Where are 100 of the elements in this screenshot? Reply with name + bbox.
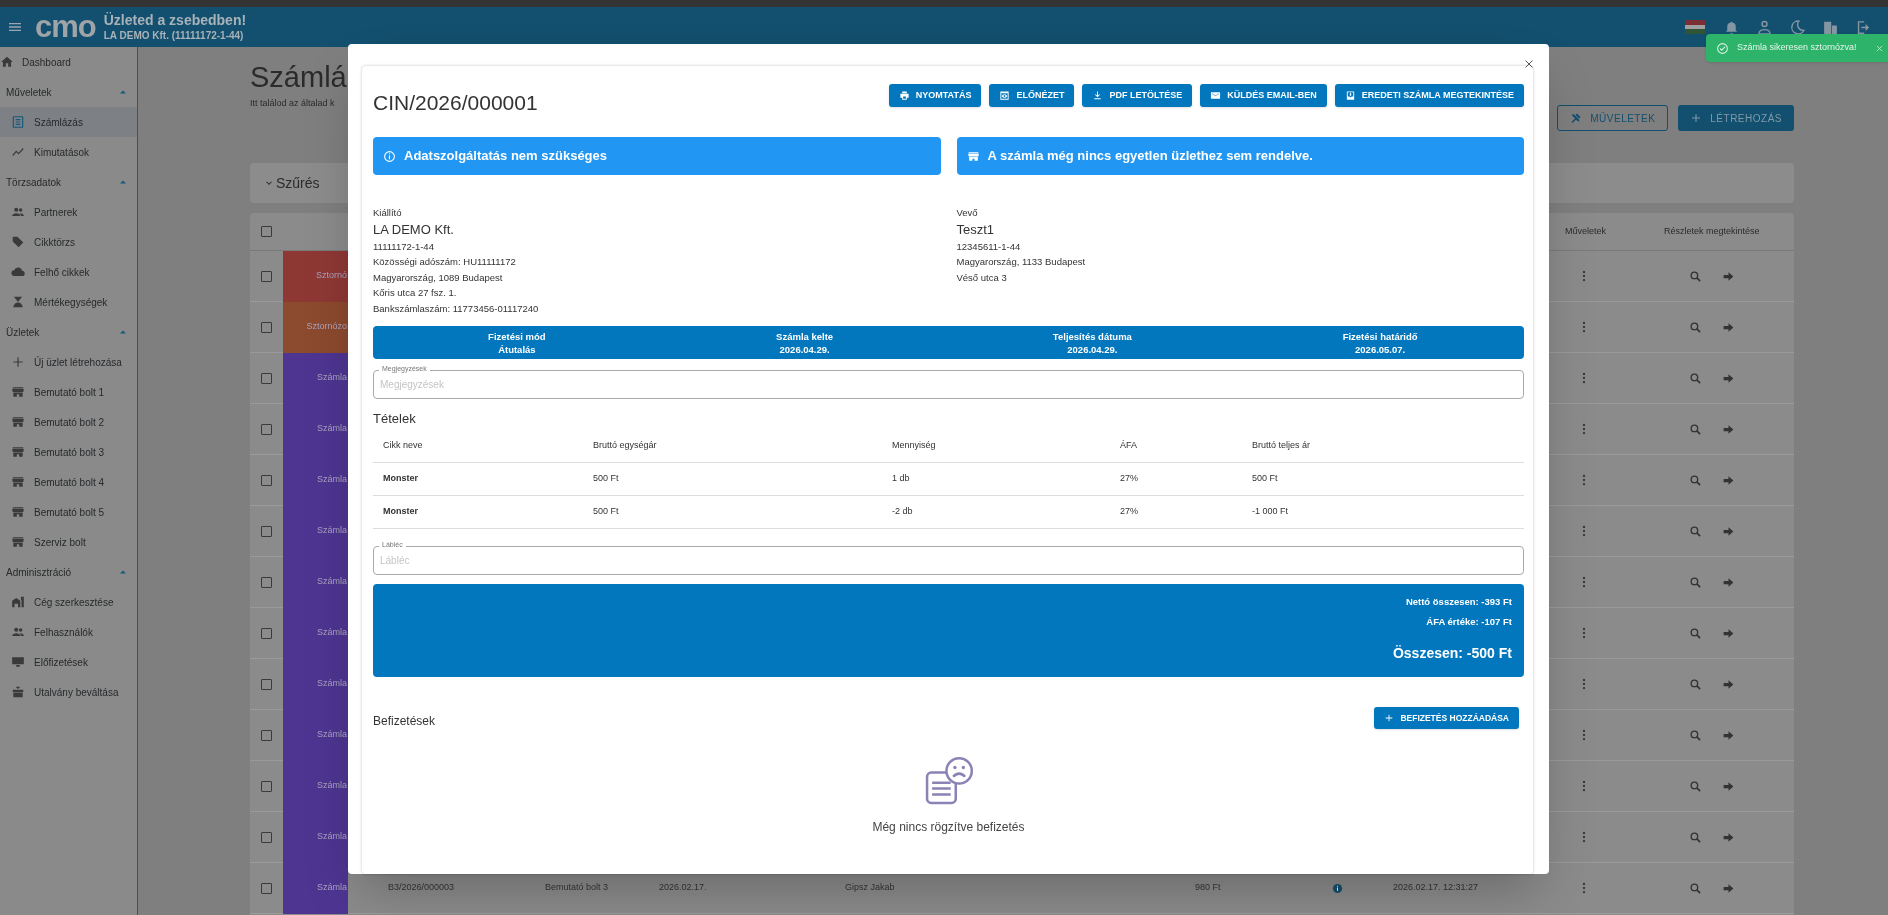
app-slogan: Üzleted a zsebedben! bbox=[103, 12, 247, 30]
account-icon bbox=[1756, 18, 1773, 36]
status-label: Számla bbox=[283, 811, 348, 863]
add-payment-button[interactable]: BEFIZETÉS HOZZÁADÁSA bbox=[1374, 707, 1519, 729]
cloud-icon bbox=[11, 265, 25, 279]
search-button[interactable] bbox=[1689, 422, 1702, 436]
action-button[interactable]: NYOMTATÁS bbox=[888, 84, 982, 107]
party-detail: 12345611-1-44 bbox=[956, 239, 1022, 254]
table-cell-text: Monster bbox=[382, 472, 419, 486]
sidebar-item[interactable]: Cég szerkesztése bbox=[0, 587, 137, 617]
table-cell-text: Gipsz Jakab bbox=[845, 881, 896, 895]
create-button[interactable]: LÉTREHOZÁS bbox=[1678, 105, 1794, 131]
sidebar-item[interactable]: Előfizetések bbox=[0, 647, 137, 677]
store-icon bbox=[11, 415, 25, 429]
search-button[interactable] bbox=[1689, 881, 1702, 895]
sidebar-item[interactable]: Bemutató bolt 4 bbox=[0, 467, 137, 497]
search-icon bbox=[1689, 830, 1702, 844]
action-button[interactable]: ELŐNÉZET bbox=[989, 84, 1075, 107]
logout-icon bbox=[1855, 18, 1872, 36]
account-button[interactable] bbox=[1756, 18, 1773, 36]
search-button[interactable] bbox=[1689, 626, 1702, 640]
search-button[interactable] bbox=[1689, 830, 1702, 844]
check-icon bbox=[1716, 41, 1729, 55]
checkbox[interactable] bbox=[261, 627, 272, 639]
store-icon bbox=[966, 149, 980, 163]
checkbox[interactable] bbox=[261, 882, 272, 894]
info-label: Teljesítés dátuma bbox=[1052, 329, 1132, 343]
store-icon bbox=[11, 445, 25, 459]
tag-icon bbox=[11, 235, 25, 249]
sidebar-item[interactable]: Dashboard bbox=[0, 47, 137, 77]
sidebar-item[interactable]: Mértékegységek bbox=[0, 287, 137, 317]
section-title: Befizetések bbox=[373, 713, 437, 730]
action-button[interactable]: PDF LETÖLTÉSE bbox=[1082, 84, 1193, 107]
column-header: Bruttó teljes ár bbox=[1252, 438, 1312, 452]
checkbox[interactable] bbox=[261, 372, 272, 384]
action-button[interactable]: KÜLDÉS EMAIL-BEN bbox=[1200, 84, 1327, 107]
checkbox[interactable] bbox=[261, 423, 272, 435]
sidebar-item[interactable]: Bemutató bolt 1 bbox=[0, 377, 137, 407]
search-button[interactable] bbox=[1689, 269, 1702, 283]
plus-icon bbox=[1690, 112, 1703, 124]
checkbox[interactable] bbox=[261, 474, 272, 486]
footer-field[interactable]: Lábléc bbox=[373, 546, 1524, 575]
close-button[interactable] bbox=[1523, 58, 1535, 70]
store-icon bbox=[11, 505, 25, 519]
logout-button[interactable] bbox=[1855, 18, 1872, 36]
search-button[interactable] bbox=[1689, 371, 1702, 385]
sidebar-item[interactable]: Számlázás bbox=[0, 107, 137, 137]
sidebar-item[interactable]: Bemutató bolt 3 bbox=[0, 437, 137, 467]
search-button[interactable] bbox=[1689, 473, 1702, 487]
sidebar-item[interactable]: Bemutató bolt 5 bbox=[0, 497, 137, 527]
status-label: Számla bbox=[283, 760, 348, 812]
action-button[interactable]: EREDETI SZÁMLA MEGTEKINTÉSE bbox=[1334, 84, 1524, 107]
info-icon bbox=[383, 149, 396, 163]
search-icon bbox=[1689, 422, 1702, 436]
moon-button[interactable] bbox=[1789, 18, 1806, 36]
table-cell-text: 2026.02.17. 12:31:27 bbox=[1393, 881, 1480, 895]
home-icon bbox=[0, 55, 14, 69]
sidebar-item[interactable]: Új üzlet létrehozása bbox=[0, 347, 137, 377]
store-icon bbox=[11, 385, 25, 399]
checkbox[interactable] bbox=[261, 729, 272, 741]
sidebar-item[interactable]: Felhő cikkek bbox=[0, 257, 137, 287]
checkbox[interactable] bbox=[261, 831, 272, 843]
actions-button[interactable]: MŰVELETEK bbox=[1557, 105, 1669, 131]
search-icon bbox=[1689, 881, 1702, 895]
checkbox[interactable] bbox=[261, 226, 272, 237]
sidebar-item[interactable]: Bemutató bolt 2 bbox=[0, 407, 137, 437]
checkbox[interactable] bbox=[261, 270, 272, 282]
sidebar-item[interactable]: Szerviz bolt bbox=[0, 527, 137, 557]
checkbox[interactable] bbox=[261, 678, 272, 690]
people-icon bbox=[11, 625, 25, 639]
search-icon bbox=[1689, 779, 1702, 793]
sidebar-item[interactable]: Utalvány beváltása bbox=[0, 677, 137, 707]
status-label: Számla bbox=[283, 403, 348, 455]
info-label: Fizetési mód bbox=[488, 329, 546, 343]
flag-icon[interactable] bbox=[1685, 20, 1705, 34]
search-button[interactable] bbox=[1689, 728, 1702, 742]
checkbox[interactable] bbox=[261, 321, 272, 333]
checkbox[interactable] bbox=[261, 525, 272, 537]
store-icon bbox=[11, 475, 25, 489]
table-cell-text: Bemutató bolt 3 bbox=[545, 881, 610, 895]
sidebar-item[interactable]: Cikktörzs bbox=[0, 227, 137, 257]
page-title: Számlá bbox=[250, 60, 347, 95]
table-cell-text: B3/2026/000003 bbox=[387, 881, 456, 895]
sidebar-item[interactable]: Kimutatások bbox=[0, 137, 137, 167]
sidebar-item[interactable]: Felhasználók bbox=[0, 617, 137, 647]
sidebar-item[interactable]: Partnerek bbox=[0, 197, 137, 227]
info-icon bbox=[1332, 882, 1343, 894]
status-label: Sztornózo bbox=[283, 301, 348, 353]
table-cell-text: 500 Ft bbox=[593, 505, 620, 519]
search-button[interactable] bbox=[1689, 320, 1702, 334]
checkbox[interactable] bbox=[261, 780, 272, 792]
search-button[interactable] bbox=[1689, 677, 1702, 691]
checkbox[interactable] bbox=[261, 576, 272, 588]
building-icon bbox=[11, 595, 25, 609]
search-button[interactable] bbox=[1689, 575, 1702, 589]
search-button[interactable] bbox=[1689, 524, 1702, 538]
table-cell-text: 500 Ft bbox=[1252, 472, 1279, 486]
logo: cmo bbox=[35, 10, 96, 42]
document-icon bbox=[1344, 90, 1356, 101]
search-button[interactable] bbox=[1689, 779, 1702, 793]
